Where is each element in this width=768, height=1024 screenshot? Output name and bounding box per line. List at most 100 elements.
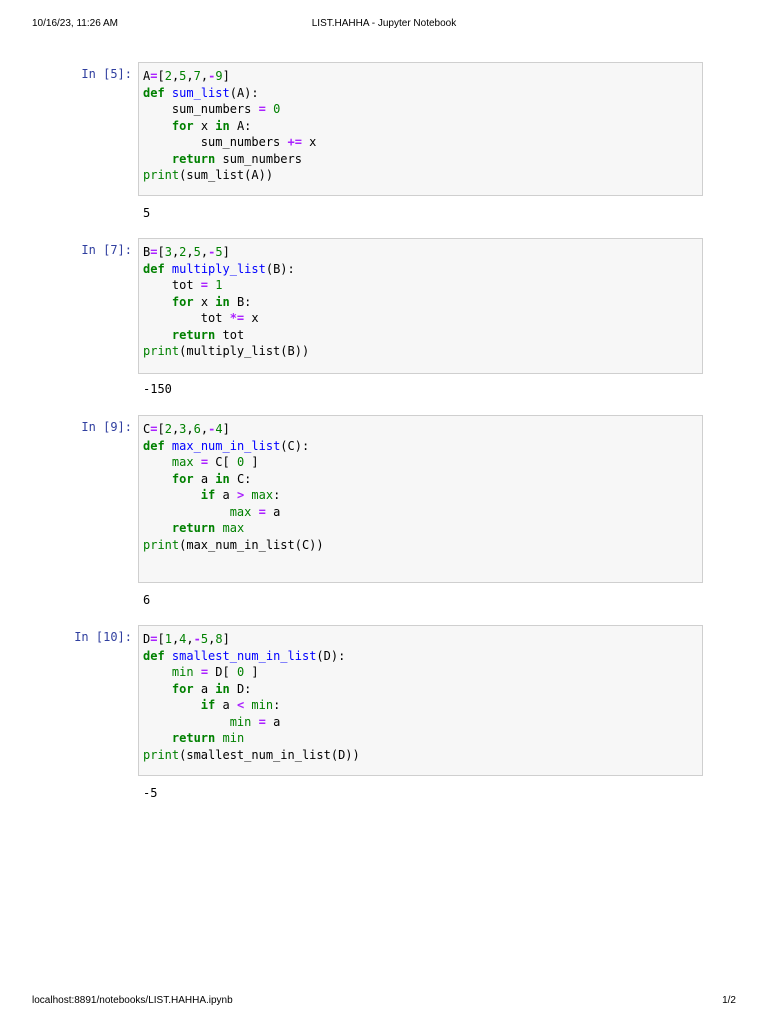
code-line: def multiply_list(B):: [143, 261, 698, 278]
code-token: 1: [164, 632, 172, 646]
code-line: return max: [143, 520, 698, 537]
code-token: multiply_list: [171, 261, 266, 276]
code-token: ]: [244, 455, 259, 469]
code-token: (sum_list(A)): [179, 168, 274, 182]
code-line: C=[2,3,6,-4]: [143, 421, 698, 438]
code-token: D:: [229, 681, 252, 696]
code-token: (max_num_in_list(C)): [179, 537, 324, 552]
code-token: 2: [164, 69, 172, 83]
code-input[interactable]: B=[3,2,5,-5] def multiply_list(B): tot = …: [138, 238, 703, 374]
code-token: a: [215, 698, 237, 712]
code-token: =: [200, 455, 209, 469]
code-token: ]: [222, 69, 230, 83]
code-line: def sum_list(A):: [143, 85, 698, 102]
code-token: sum_list: [171, 85, 230, 100]
code-token: tot: [143, 278, 201, 292]
cell-output: -5: [143, 786, 158, 800]
code-token: ,: [186, 245, 194, 259]
code-token: sum_numbers: [143, 135, 288, 149]
code-token: (D):: [316, 648, 346, 663]
code-token: x: [193, 118, 216, 133]
code-token: a: [193, 681, 216, 696]
code-token: x: [193, 294, 216, 309]
cell-output: 5: [143, 206, 151, 220]
code-token: for: [171, 294, 194, 309]
code-token: =: [258, 714, 266, 729]
code-token: :: [273, 698, 281, 712]
code-token: for: [171, 681, 194, 696]
code-line: print(sum_list(A)): [143, 167, 698, 184]
code-line: max = a: [143, 504, 698, 521]
code-token: =: [200, 278, 209, 292]
code-token: a: [215, 488, 237, 502]
code-token: print: [143, 344, 180, 358]
code-input[interactable]: D=[1,4,-5,8] def smallest_num_in_list(D):…: [138, 625, 703, 776]
code-token: in: [215, 471, 230, 486]
code-token: 0: [273, 102, 281, 116]
code-token: def: [143, 438, 165, 453]
code-line: return min: [143, 730, 698, 747]
code-token: [: [157, 632, 165, 646]
code-token: def: [143, 648, 165, 663]
code-token: +=: [287, 135, 302, 149]
code-token: =: [200, 665, 209, 679]
code-token: if: [200, 698, 216, 712]
code-input[interactable]: C=[2,3,6,-4] def max_num_in_list(C): max …: [138, 415, 703, 583]
code-token: =: [258, 504, 266, 519]
code-token: return: [171, 151, 216, 166]
code-token: tot: [143, 311, 230, 325]
code-token: B:: [229, 294, 252, 309]
code-token: min: [222, 731, 245, 745]
code-token: ,: [186, 632, 194, 646]
code-token: max_num_in_list: [171, 438, 281, 453]
cell-prompt: In [9]:: [81, 420, 132, 434]
code-token: ]: [222, 632, 230, 646]
code-token: ]: [222, 422, 230, 436]
code-line: max = C[ 0 ]: [143, 454, 698, 471]
code-line: D=[1,4,-5,8]: [143, 631, 698, 648]
code-token: 5: [193, 245, 201, 259]
code-line: for x in A:: [143, 118, 698, 135]
code-token: :: [273, 488, 281, 502]
code-line: A=[2,5,7,-9]: [143, 68, 698, 85]
code-token: print: [143, 747, 180, 762]
code-line: for a in D:: [143, 681, 698, 698]
code-token: [: [157, 69, 165, 83]
code-token: (B):: [265, 261, 295, 276]
code-token: a: [193, 471, 216, 486]
code-line: print(multiply_list(B)): [143, 343, 698, 360]
code-token: print: [143, 537, 180, 552]
code-input[interactable]: A=[2,5,7,-9] def sum_list(A): sum_numbers…: [138, 62, 703, 196]
code-line: tot *= x: [143, 310, 698, 327]
code-token: max: [229, 504, 252, 519]
code-token: 4: [215, 422, 223, 436]
code-line: sum_numbers += x: [143, 134, 698, 151]
code-token: tot: [215, 327, 245, 342]
code-token: (multiply_list(B)): [179, 344, 310, 358]
code-token: return: [171, 327, 216, 342]
code-token: def: [143, 261, 165, 276]
code-line: for x in B:: [143, 294, 698, 311]
code-line: min = a: [143, 714, 698, 731]
code-token: 5: [215, 245, 223, 259]
code-token: D[: [208, 665, 237, 679]
code-line: for a in C:: [143, 471, 698, 488]
code-token: [: [157, 422, 165, 436]
code-token: min: [229, 714, 252, 729]
cell-prompt: In [5]:: [81, 67, 132, 81]
